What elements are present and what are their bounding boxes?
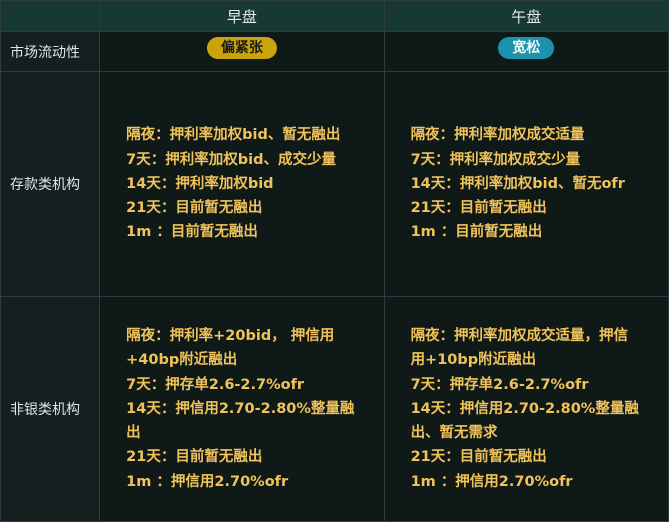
deposit-row: 存款类机构 隔夜：押利率加权bid、暂无融出 7天：押利率加权bid、成交少量 … [0,71,669,297]
nonbank-label: 非银类机构 [0,296,101,522]
deposit-morning-line: 隔夜：押利率加权bid、暂无融出 [126,127,341,144]
nonbank-morning-line: 1m ：押信用2.70%ofr [126,473,289,490]
nonbank-afternoon-line: 隔夜：押利率加权成交适量，押信 [410,328,629,345]
nonbank-morning-line: 14天：押信用2.70-2.80%整量融 [126,400,355,417]
nonbank-morning-line: 隔夜：押利率+20bid， 押信用 [126,328,335,345]
liquidity-afternoon-cell: 宽松 [383,31,669,72]
nonbank-morning-line: 21天：目前暂无融出 [126,449,263,466]
nonbank-afternoon-cell: 隔夜：押利率加权成交适量，押信 用+10bp附近融出 7天：押存单2.6-2.7… [383,296,669,522]
header-afternoon: 午盘 [383,0,669,32]
liquidity-row: 市场流动性 偏紧张 宽松 [0,31,669,72]
deposit-morning-lines: 隔夜：押利率加权bid、暂无融出 7天：押利率加权bid、成交少量 14天：押利… [100,123,383,244]
deposit-label: 存款类机构 [0,71,101,297]
nonbank-row: 非银类机构 隔夜：押利率+20bid， 押信用 +40bp附近融出 7天：押存单… [0,296,669,522]
deposit-afternoon-line: 14天：押利率加权bid、暂无ofr [410,175,625,192]
deposit-afternoon-cell: 隔夜：押利率加权成交适量 7天：押利率加权成交少量 14天：押利率加权bid、暂… [383,71,669,297]
nonbank-afternoon-line: 1m ：押信用2.70%ofr [410,473,573,490]
deposit-afternoon-line: 7天：押利率加权成交少量 [410,151,581,168]
afternoon-liquidity-badge: 宽松 [498,37,555,59]
nonbank-afternoon-lines: 隔夜：押利率加权成交适量，押信 用+10bp附近融出 7天：押存单2.6-2.7… [385,324,668,493]
deposit-morning-line: 14天：押利率加权bid [126,175,274,192]
nonbank-afternoon-line: 14天：押信用2.70-2.80%整量融 [410,400,639,417]
header-corner [0,0,101,32]
nonbank-morning-line: 7天：押存单2.6-2.7%ofr [126,376,305,393]
nonbank-afternoon-line: 用+10bp附近融出 [410,352,537,369]
nonbank-morning-line: 出 [126,425,141,442]
deposit-morning-line: 21天：目前暂无融出 [126,200,263,217]
nonbank-afternoon-line: 7天：押存单2.6-2.7%ofr [410,376,589,393]
nonbank-morning-lines: 隔夜：押利率+20bid， 押信用 +40bp附近融出 7天：押存单2.6-2.… [100,324,383,493]
deposit-afternoon-line: 1m ：目前暂无融出 [410,224,543,241]
header-morning: 早盘 [99,0,385,32]
morning-liquidity-badge: 偏紧张 [206,37,277,59]
deposit-afternoon-lines: 隔夜：押利率加权成交适量 7天：押利率加权成交少量 14天：押利率加权bid、暂… [385,123,668,244]
nonbank-morning-line: +40bp附近融出 [126,352,238,369]
deposit-morning-line: 7天：押利率加权bid、成交少量 [126,151,336,168]
header-row: 早盘 午盘 [0,0,669,32]
liquidity-morning-cell: 偏紧张 [99,31,385,72]
nonbank-morning-cell: 隔夜：押利率+20bid， 押信用 +40bp附近融出 7天：押存单2.6-2.… [99,296,385,522]
deposit-afternoon-line: 21天：目前暂无融出 [410,200,547,217]
deposit-morning-line: 1m ：目前暂无融出 [126,224,258,241]
liquidity-table: 早盘 午盘 市场流动性 偏紧张 宽松 存款类机构 隔夜：押利率加权bid、暂无融… [0,0,669,522]
deposit-afternoon-line: 隔夜：押利率加权成交适量 [410,127,585,144]
deposit-morning-cell: 隔夜：押利率加权bid、暂无融出 7天：押利率加权bid、成交少量 14天：押利… [99,71,385,297]
nonbank-afternoon-line: 出、暂无需求 [410,425,498,442]
liquidity-label: 市场流动性 [0,31,101,72]
nonbank-afternoon-line: 21天：目前暂无融出 [410,449,547,466]
